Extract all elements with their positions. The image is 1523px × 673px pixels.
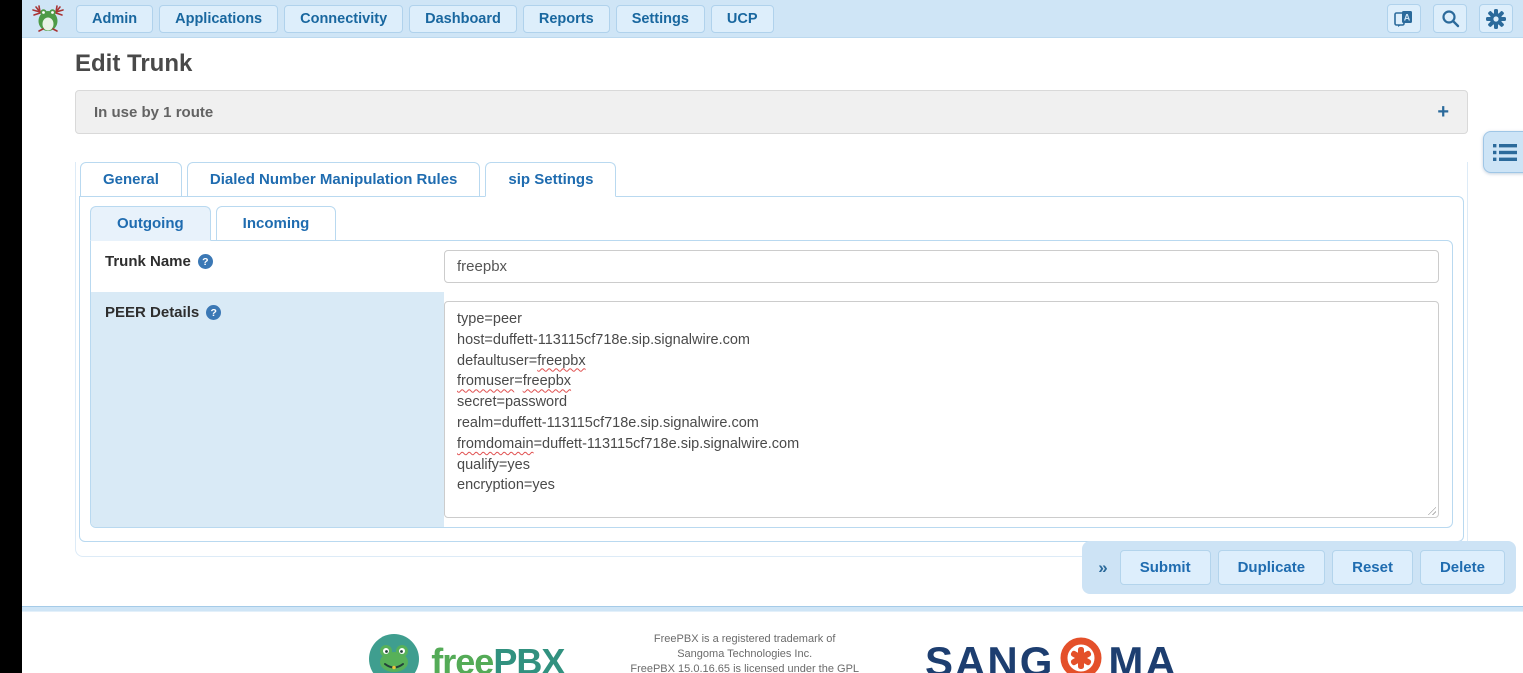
main-content: Edit Trunk In use by 1 route + General D… (22, 50, 1523, 594)
outgoing-panel: Trunk Name ? PEER Details ? ty (90, 240, 1453, 528)
nav-item-applications[interactable]: Applications (159, 5, 278, 33)
trunk-name-label: Trunk Name (105, 253, 191, 270)
svg-text:A: A (1404, 12, 1411, 22)
freepbx-footer-logo[interactable]: freePBX (367, 634, 564, 673)
nav-item-admin[interactable]: Admin (76, 5, 153, 33)
sub-tab-row: Outgoing Incoming (90, 206, 1453, 241)
footer-legal-text: FreePBX is a registered trademark of San… (630, 632, 859, 673)
form-action-bar: » Submit Duplicate Reset Delete (1082, 541, 1516, 594)
settings-gear-button[interactable] (1479, 4, 1513, 33)
submit-button[interactable]: Submit (1120, 550, 1211, 585)
peer-details-field-cell: type=peerhost=duffett-113115cf718e.sip.s… (444, 292, 1452, 527)
expand-plus-icon[interactable]: + (1437, 102, 1449, 122)
peer-details-textarea[interactable]: type=peerhost=duffett-113115cf718e.sip.s… (444, 301, 1439, 518)
page-title: Edit Trunk (75, 50, 1468, 78)
reset-button[interactable]: Reset (1332, 550, 1413, 585)
tab-dialed-number-manipulation-rules[interactable]: Dialed Number Manipulation Rules (187, 162, 481, 197)
freepbx-wordmark: freePBX (431, 641, 564, 673)
usage-accordion-header[interactable]: In use by 1 route + (75, 90, 1468, 134)
guided-mode-list-button[interactable] (1483, 131, 1523, 173)
peer-details-label: PEER Details (105, 304, 199, 321)
trunk-name-label-cell: Trunk Name ? (91, 241, 444, 292)
list-icon (1493, 143, 1517, 162)
footer: freePBX FreePBX is a registered trademar… (22, 612, 1523, 673)
usage-text: In use by 1 route (94, 104, 213, 121)
help-icon[interactable]: ? (206, 305, 221, 320)
legal-line: Sangoma Technologies Inc. (630, 647, 859, 662)
nav-item-dashboard[interactable]: Dashboard (409, 5, 517, 33)
duplicate-button[interactable]: Duplicate (1218, 550, 1326, 585)
trunk-name-input[interactable] (444, 250, 1439, 283)
legal-line: FreePBX 15.0.16.65 is licensed under the… (630, 662, 859, 673)
main-tab-row: General Dialed Number Manipulation Rules… (79, 162, 1464, 197)
peer-details-row: PEER Details ? type=peerhost=duffett-113… (91, 292, 1452, 527)
nav-item-ucp[interactable]: UCP (711, 5, 774, 33)
subtab-outgoing[interactable]: Outgoing (90, 206, 211, 241)
trunk-form-container: General Dialed Number Manipulation Rules… (75, 162, 1468, 557)
help-icon[interactable]: ? (198, 254, 213, 269)
nav-item-settings[interactable]: Settings (616, 5, 705, 33)
freepbx-bubble-frog-icon (367, 634, 421, 673)
trunk-name-row: Trunk Name ? (91, 241, 1452, 292)
nav-item-connectivity[interactable]: Connectivity (284, 5, 403, 33)
freepbx-frog-logo-icon[interactable] (30, 3, 66, 35)
resize-handle[interactable] (1425, 504, 1436, 515)
search-button[interactable] (1433, 4, 1467, 33)
tab-sip-settings[interactable]: sip Settings (485, 162, 616, 197)
gear-icon (1486, 9, 1506, 29)
peer-details-label-cell: PEER Details ? (91, 292, 444, 527)
legal-line: FreePBX is a registered trademark of (630, 632, 859, 647)
collapse-chevrons-icon[interactable]: » (1093, 558, 1112, 578)
nav-item-reports[interactable]: Reports (523, 5, 610, 33)
subtab-incoming[interactable]: Incoming (216, 206, 337, 241)
sip-settings-panel: Outgoing Incoming Trunk Name ? (79, 196, 1464, 542)
search-icon (1441, 9, 1460, 28)
screen-edge-strip (0, 0, 22, 673)
trunk-name-field-cell (444, 241, 1452, 292)
tab-general[interactable]: General (80, 162, 182, 197)
navbar-right-icons: A (1387, 4, 1513, 33)
sangoma-wordmark-left: SANG (925, 638, 1054, 673)
sangoma-footer-logo[interactable]: SANG MA (925, 636, 1178, 673)
language-button[interactable]: A (1387, 4, 1421, 33)
top-navbar: Admin Applications Connectivity Dashboar… (22, 0, 1523, 38)
sangoma-wordmark-right: MA (1108, 638, 1177, 673)
translate-icon: A (1394, 10, 1414, 28)
sangoma-o-asterisk-icon (1056, 636, 1106, 673)
delete-button[interactable]: Delete (1420, 550, 1505, 585)
